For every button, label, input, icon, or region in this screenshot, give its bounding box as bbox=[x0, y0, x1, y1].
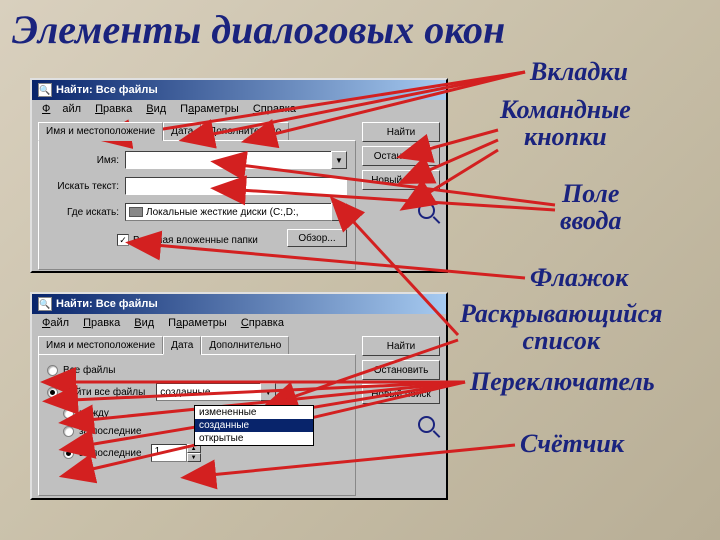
tab-date[interactable]: Дата bbox=[163, 122, 201, 140]
menu-help-2[interactable]: Справка bbox=[235, 316, 290, 330]
window-icon: 🔍 bbox=[38, 297, 52, 311]
disk-icon bbox=[129, 207, 143, 217]
include-subfolders-checkbox[interactable]: ✓ bbox=[117, 234, 129, 246]
radio-between[interactable] bbox=[63, 408, 74, 419]
window-title-2: Найти: Все файлы bbox=[56, 298, 158, 310]
where-combo[interactable]: Локальные жесткие диски (C:,D:, bbox=[125, 203, 331, 221]
menu-edit-2[interactable]: Правка bbox=[77, 316, 126, 330]
radio-all-files[interactable] bbox=[47, 365, 58, 376]
dropdown-item-1[interactable]: созданные bbox=[195, 419, 313, 432]
dropdown-list[interactable]: измененные созданные открытые bbox=[194, 405, 314, 446]
tab-advanced[interactable]: Дополнительно bbox=[201, 122, 289, 140]
label-tabs: Вкладки bbox=[530, 58, 628, 85]
titlebar-2: 🔍 Найти: Все файлы bbox=[32, 294, 446, 314]
tab-advanced-2[interactable]: Дополнительно bbox=[201, 336, 289, 354]
where-label: Где искать: bbox=[47, 207, 119, 218]
label-command-buttons: Командные кнопки bbox=[500, 96, 631, 151]
radio-last-months[interactable] bbox=[63, 426, 74, 437]
browse-button[interactable]: Обзор... bbox=[287, 229, 347, 247]
where-dropdown-btn[interactable]: ▼ bbox=[331, 203, 347, 221]
new-search-button-2[interactable]: Новый поиск bbox=[362, 384, 440, 404]
radio-between-label: между bbox=[79, 408, 109, 419]
label-spinner: Счётчик bbox=[520, 430, 624, 457]
menu-options[interactable]: Параметры bbox=[174, 102, 245, 116]
magnifier-icon-2 bbox=[418, 416, 440, 438]
radio-find-all-label: Найти все файлы bbox=[63, 387, 145, 398]
window-title: Найти: Все файлы bbox=[56, 84, 158, 96]
magnifier-icon bbox=[418, 202, 440, 224]
tab-date-2[interactable]: Дата bbox=[163, 336, 201, 355]
created-combo[interactable]: созданные bbox=[156, 383, 260, 401]
label-checkbox: Флажок bbox=[530, 264, 628, 291]
find-button[interactable]: Найти bbox=[362, 122, 440, 142]
name-input[interactable] bbox=[125, 151, 331, 169]
menu-file-2[interactable]: Файл bbox=[36, 316, 75, 330]
page-title: Элементы диалоговых окон bbox=[0, 0, 720, 59]
created-dropdown-btn[interactable]: ▼ bbox=[260, 383, 276, 401]
radio-all-label: Все файлы bbox=[63, 365, 115, 376]
dropdown-item-2[interactable]: открытые bbox=[195, 432, 313, 445]
menubar: Файл Правка Вид Параметры Справка bbox=[32, 100, 446, 118]
menu-view-2[interactable]: Вид bbox=[128, 316, 160, 330]
menu-edit[interactable]: Правка bbox=[89, 102, 138, 116]
titlebar: 🔍 Найти: Все файлы bbox=[32, 80, 446, 100]
text-label: Искать текст: bbox=[47, 181, 119, 192]
radio-last-days[interactable] bbox=[63, 448, 74, 459]
window-icon: 🔍 bbox=[38, 83, 52, 97]
search-text-input[interactable] bbox=[125, 177, 347, 195]
menu-help[interactable]: Справка bbox=[247, 102, 302, 116]
tab-name-location[interactable]: Имя и местоположение bbox=[38, 122, 163, 141]
name-dropdown-btn[interactable]: ▼ bbox=[331, 151, 347, 169]
tab-name-location-2[interactable]: Имя и местоположение bbox=[38, 336, 163, 354]
menubar-2: Файл Правка Вид Параметры Справка bbox=[32, 314, 446, 332]
menu-options-2[interactable]: Параметры bbox=[162, 316, 233, 330]
radio-last2-label: за последние bbox=[79, 448, 142, 459]
include-subfolders-label: Включая вложенные папки bbox=[133, 235, 258, 246]
label-dropdown: Раскрывающийся список bbox=[460, 300, 663, 355]
new-search-button[interactable]: Новый поиск bbox=[362, 170, 440, 190]
name-label: Имя: bbox=[47, 155, 119, 166]
menu-view[interactable]: Вид bbox=[140, 102, 172, 116]
find-window-2: 🔍 Найти: Все файлы Файл Правка Вид Парам… bbox=[30, 292, 448, 500]
stop-button-2[interactable]: Остановить bbox=[362, 360, 440, 380]
dropdown-item-0[interactable]: измененные bbox=[195, 406, 313, 419]
radio-last-label: за последние bbox=[79, 426, 142, 437]
tabs-row-2: Имя и местоположение Дата Дополнительно bbox=[38, 336, 356, 354]
menu-file[interactable]: Файл bbox=[36, 102, 87, 116]
find-window-1: 🔍 Найти: Все файлы Файл Правка Вид Парам… bbox=[30, 78, 448, 273]
stop-button[interactable]: Остановить bbox=[362, 146, 440, 166]
label-input-field: Поле ввода bbox=[560, 180, 621, 235]
spinner-down[interactable]: ▼ bbox=[187, 453, 201, 462]
spinner-input[interactable]: 1 bbox=[151, 444, 187, 462]
find-button-2[interactable]: Найти bbox=[362, 336, 440, 356]
label-radio: Переключатель bbox=[470, 368, 655, 395]
radio-find-all[interactable] bbox=[47, 387, 58, 398]
tabs-row: Имя и местоположение Дата Дополнительно bbox=[38, 122, 356, 140]
